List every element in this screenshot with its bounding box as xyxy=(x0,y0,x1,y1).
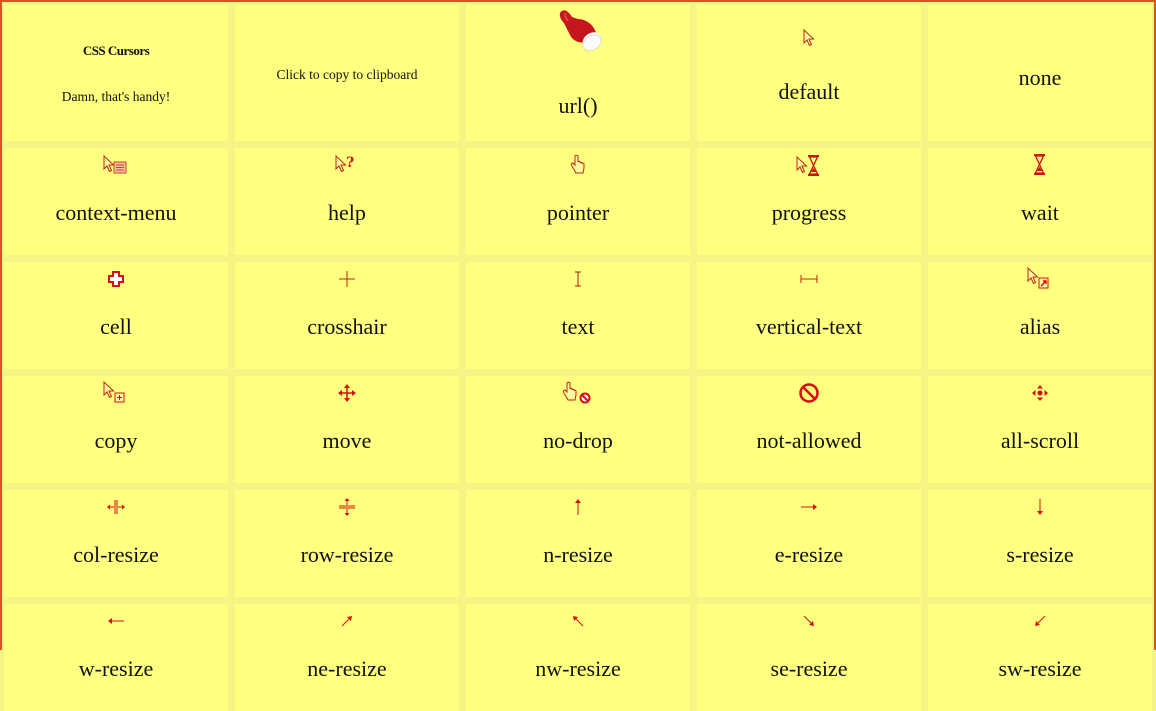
row-resize-icon xyxy=(333,494,361,520)
pointing-hand-icon xyxy=(564,152,592,178)
copy-hint-card: Click to copy to clipboard xyxy=(235,5,459,141)
cursor-card-url[interactable]: url() xyxy=(466,5,690,141)
cursor-label: col-resize xyxy=(73,542,159,567)
cursor-label: row-resize xyxy=(300,542,394,567)
cursor-label: nw-resize xyxy=(535,656,621,681)
cursor-card-wait[interactable]: wait xyxy=(928,148,1152,255)
arrow-right-icon xyxy=(795,494,823,520)
no-drop-icon xyxy=(561,380,595,406)
arrow-left-icon xyxy=(102,608,130,634)
cursor-label: alias xyxy=(1019,314,1061,339)
page-title: CSS Cursors xyxy=(82,43,150,58)
cursor-card-e-resize[interactable]: e-resize xyxy=(697,490,921,597)
cursor-card-s-resize[interactable]: s-resize xyxy=(928,490,1152,597)
cursor-grid: CSS Cursors Damn, that's handy! Click to… xyxy=(2,2,1154,711)
arrow-down-icon xyxy=(1026,494,1054,520)
cell-plus-icon xyxy=(102,266,130,292)
arrow-up-icon xyxy=(564,494,592,520)
cursor-label: crosshair xyxy=(307,314,387,339)
cursor-card-default[interactable]: default xyxy=(697,5,921,141)
help-icon: ? xyxy=(333,152,361,178)
arrow-up-right-icon xyxy=(333,608,361,634)
arrow-down-left-icon xyxy=(1026,608,1054,634)
copy-icon xyxy=(102,380,130,406)
cursor-label: vertical-text xyxy=(755,314,863,339)
cursor-card-text[interactable]: text xyxy=(466,262,690,369)
cursor-card-move[interactable]: move xyxy=(235,376,459,483)
cursor-card-no-drop[interactable]: no-drop xyxy=(466,376,690,483)
cursor-card-crosshair[interactable]: crosshair xyxy=(235,262,459,369)
info-card: CSS Cursors Damn, that's handy! xyxy=(4,5,228,141)
cursor-card-n-resize[interactable]: n-resize xyxy=(466,490,690,597)
cursor-card-ne-resize[interactable]: ne-resize xyxy=(235,604,459,711)
cursor-label: context-menu xyxy=(55,200,177,225)
progress-icon xyxy=(795,152,823,178)
cursor-label: wait xyxy=(1021,200,1059,225)
cursor-card-not-allowed[interactable]: not-allowed xyxy=(697,376,921,483)
cursor-label: not-allowed xyxy=(756,428,862,453)
copy-hint-text: Click to copy to clipboard xyxy=(276,67,418,82)
col-resize-icon xyxy=(102,494,130,520)
cursor-card-sw-resize[interactable]: sw-resize xyxy=(928,604,1152,711)
cursor-card-alias[interactable]: alias xyxy=(928,262,1152,369)
cursor-card-progress[interactable]: progress xyxy=(697,148,921,255)
cursor-card-se-resize[interactable]: se-resize xyxy=(697,604,921,711)
svg-text:?: ? xyxy=(346,155,354,171)
cursor-label: e-resize xyxy=(774,542,844,567)
cursor-card-copy[interactable]: copy xyxy=(4,376,228,483)
cursor-card-pointer[interactable]: pointer xyxy=(466,148,690,255)
cursor-label: n-resize xyxy=(543,542,613,567)
i-beam-icon xyxy=(564,266,592,292)
cursor-card-nw-resize[interactable]: nw-resize xyxy=(466,604,690,711)
arrow-up-left-icon xyxy=(564,608,592,634)
cursor-card-help[interactable]: ? help xyxy=(235,148,459,255)
arrow-pointer-icon xyxy=(795,25,823,51)
cursor-card-vertical-text[interactable]: vertical-text xyxy=(697,262,921,369)
cursor-label: move xyxy=(322,428,372,453)
cursor-card-row-resize[interactable]: row-resize xyxy=(235,490,459,597)
cursor-card-all-scroll[interactable]: all-scroll xyxy=(928,376,1152,483)
cursor-label: copy xyxy=(94,428,138,453)
cursor-label: progress xyxy=(771,200,847,225)
page-subtitle: Damn, that's handy! xyxy=(61,89,171,104)
cursor-card-context-menu[interactable]: context-menu xyxy=(4,148,228,255)
cursor-card-cell[interactable]: cell xyxy=(4,262,228,369)
santa-hat-hand-icon xyxy=(556,7,604,59)
hourglass-icon xyxy=(1026,152,1054,178)
cursor-label: no-drop xyxy=(543,428,613,453)
cursor-label: pointer xyxy=(546,200,610,225)
cursor-label: text xyxy=(561,314,595,339)
cursor-label: default xyxy=(778,79,840,104)
cursor-label: w-resize xyxy=(78,656,154,681)
arrow-down-right-icon xyxy=(795,608,823,634)
cursor-label: s-resize xyxy=(1006,542,1074,567)
cursor-label: none xyxy=(1018,65,1062,90)
move-icon xyxy=(333,380,361,406)
cursor-card-col-resize[interactable]: col-resize xyxy=(4,490,228,597)
cursor-label: se-resize xyxy=(770,656,848,681)
context-menu-icon xyxy=(102,152,130,178)
alias-icon xyxy=(1026,266,1054,292)
cursor-label: sw-resize xyxy=(998,656,1082,681)
cursor-label: help xyxy=(328,200,366,225)
all-scroll-icon xyxy=(1026,380,1054,406)
vertical-text-icon xyxy=(795,266,823,292)
cursor-card-none[interactable]: none xyxy=(928,5,1152,141)
cursor-label: cell xyxy=(100,314,132,339)
crosshair-icon xyxy=(333,266,361,292)
not-allowed-icon xyxy=(795,380,823,406)
cursor-label: ne-resize xyxy=(307,656,387,681)
cursor-label: all-scroll xyxy=(1000,428,1080,453)
cursor-label: url() xyxy=(558,93,598,118)
cursor-card-w-resize[interactable]: w-resize xyxy=(4,604,228,711)
